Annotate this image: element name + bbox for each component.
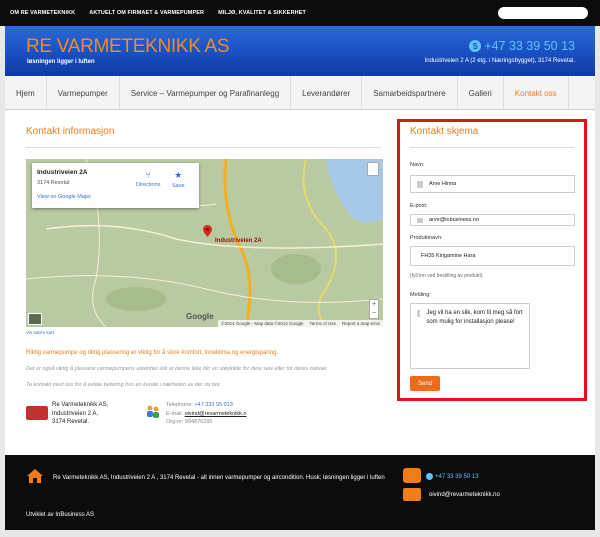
map-attribution: ©2014 Google - Map data ©2014 Google Ter… — [218, 320, 383, 327]
nav-item-service[interactable]: Service – Varmepumper og Parafinanlegg — [120, 76, 292, 110]
top-link-miljo[interactable]: MILJØ, KVALITET & SIKKERHET — [218, 10, 306, 16]
contact-info-title: Kontakt informasjon — [26, 126, 115, 137]
product-field[interactable]: FH35 Kirigamine Hara — [410, 246, 575, 266]
company-street: Industriveien 2 A, — [52, 410, 99, 417]
nav-item-varmepumper[interactable]: Varmepumper — [47, 76, 120, 110]
orgnr-value: 994876295 — [184, 419, 213, 425]
pegman-icon[interactable] — [367, 162, 379, 176]
footer-email[interactable]: oivind@revarmeteknikk.no — [429, 492, 500, 498]
product-label: Produktnavn: — [410, 235, 443, 241]
header-address: Industriveien 2 A (2 etg. i Næringsbygge… — [424, 58, 575, 64]
nav-item-samarbeidspartnere[interactable]: Samarbeidspartnere — [362, 76, 458, 110]
skype-icon: S — [469, 40, 482, 52]
email-field-value: arve@inbusiness.no — [429, 217, 479, 223]
product-hint: (fyll inn ved bestilling av produkt) — [410, 273, 483, 279]
name-value: Arve Hinna — [429, 181, 457, 187]
skype-icon — [426, 473, 433, 480]
contacts-icon — [147, 405, 159, 418]
view-on-google-maps-link[interactable]: View on Google Maps — [37, 194, 91, 200]
name-label: Navn: — [410, 162, 425, 168]
star-icon: ★ — [174, 170, 183, 180]
footer-phone-number: +47 33 39 50 13 — [435, 473, 479, 480]
contact-details-block: Telephone: +47 333 95 013 E-mail: oivind… — [146, 401, 296, 431]
top-link-aktuelt[interactable]: AKTUELT OM FIRMAET & VARMEPUMPER — [89, 10, 204, 16]
product-value: FH35 Kirigamine Hara — [421, 253, 476, 259]
email-link[interactable]: oivind@revarmeteknikk.n — [185, 411, 247, 417]
email-field[interactable]: arve@inbusiness.no — [410, 214, 575, 226]
map-place-city: 3174 Revetal — [37, 180, 70, 186]
footer-credit[interactable]: Utviklet av InBusiness AS — [26, 512, 94, 518]
mail-icon — [403, 488, 421, 501]
report-error-link[interactable]: Report a map error — [342, 321, 380, 326]
header-phone[interactable]: S +47 33 39 50 13 — [469, 39, 575, 53]
nav-item-kontakt[interactable]: Kontakt oss — [504, 76, 569, 110]
site-slogan: løsningen ligger i luften — [27, 59, 95, 65]
message-value: Jeg vil ha en slik, kom til meg så fort … — [426, 310, 523, 325]
company-logo-icon — [26, 406, 48, 420]
directions-label: Directions — [136, 182, 161, 188]
site-header: RE VARMETEKNIKK AS løsningen ligger i lu… — [5, 26, 595, 76]
search-input[interactable] — [498, 7, 588, 19]
main-content: Kontakt informasjon Industriveien 2A 317… — [5, 110, 595, 455]
satellite-toggle[interactable] — [28, 313, 42, 325]
telephone-label: Telephone: — [166, 402, 193, 408]
site-logo[interactable]: RE VARMETEKNIKK AS — [26, 36, 230, 58]
company-city: 3174 Revetal. — [52, 419, 90, 425]
phone-icon — [403, 468, 421, 483]
divider — [26, 147, 381, 148]
orgnr-label: Org-nr: — [166, 419, 184, 425]
company-address: Re Varmeteknikk AS, Industriveien 2 A, 3… — [52, 401, 108, 427]
save-button[interactable]: ★ Save — [172, 170, 185, 189]
footer-text: Re Varmeteknikk AS, Industriveien 2 A , … — [53, 475, 385, 481]
site-footer: Re Varmeteknikk AS, Industriveien 2 A , … — [5, 455, 595, 530]
pencil-icon — [417, 310, 421, 317]
company-name: Re Varmeteknikk AS, — [52, 402, 109, 408]
google-logo: Google — [186, 312, 214, 321]
divider — [410, 147, 574, 148]
directions-button[interactable]: ⑂ Directions — [136, 170, 160, 188]
envelope-icon — [417, 217, 423, 223]
terms-link[interactable]: Terms of Use — [309, 321, 336, 326]
save-label: Save — [172, 183, 185, 189]
email-label: E-mail: — [166, 410, 184, 417]
top-link-om[interactable]: OM RE VARMETEKNIKK — [10, 10, 75, 16]
nav-item-hjem[interactable]: Hjem — [5, 76, 47, 110]
directions-icon: ⑂ — [145, 170, 151, 180]
google-map[interactable]: Industriveien 2A 3174 Revetal View on Go… — [26, 159, 383, 327]
message-field[interactable]: Jeg vil ha en slik, kom til meg så fort … — [410, 303, 530, 369]
noise-paragraph: Det er også viktig å plassere varmepumpe… — [26, 366, 329, 372]
email-field-label: E-post: — [410, 203, 428, 209]
header-phone-number: +47 33 39 50 13 — [484, 39, 575, 53]
footer-phone[interactable]: +47 33 39 50 13 — [426, 473, 479, 480]
name-field[interactable]: Arve Hinna — [410, 175, 575, 193]
contact-form: Kontakt skjema Navn: Arve Hinna E-post: … — [397, 119, 587, 401]
map-pin-label: Industriveien 2A — [215, 238, 262, 244]
zoom-control[interactable]: + − — [369, 299, 379, 319]
nav-item-leverandorer[interactable]: Leverandører — [291, 76, 363, 110]
map-copyright: ©2014 Google - Map data ©2014 Google — [221, 321, 304, 326]
map-place-name: Industriveien 2A — [37, 169, 88, 176]
nav-item-galleri[interactable]: Galleri — [458, 76, 504, 110]
send-button[interactable]: Send — [410, 376, 440, 391]
larger-map-link[interactable]: Vis større kart — [26, 330, 54, 335]
intro-paragraph: Riktig varmepumpe og riktig plassering e… — [26, 350, 279, 356]
top-bar: OM RE VARMETEKNIKK AKTUELT OM FIRMAET & … — [0, 0, 600, 26]
company-address-block: Re Varmeteknikk AS, Industriveien 2 A, 3… — [26, 401, 133, 431]
main-nav: Hjem Varmepumper Service – Varmepumper o… — [5, 76, 595, 110]
top-links: OM RE VARMETEKNIKK AKTUELT OM FIRMAET & … — [10, 10, 306, 16]
contact-paragraph: Ta kontakt med oss for å avtale befaring… — [26, 382, 222, 388]
home-icon — [27, 469, 43, 483]
user-icon — [417, 180, 423, 188]
contact-form-title: Kontakt skjema — [410, 126, 479, 137]
telephone-value[interactable]: +47 333 95 013 — [194, 402, 232, 408]
contact-details: Telephone: +47 333 95 013 E-mail: oivind… — [166, 401, 247, 427]
map-pin-icon[interactable] — [203, 225, 212, 237]
map-info-card: Industriveien 2A 3174 Revetal View on Go… — [32, 163, 199, 208]
message-label: Melding: — [410, 292, 431, 298]
